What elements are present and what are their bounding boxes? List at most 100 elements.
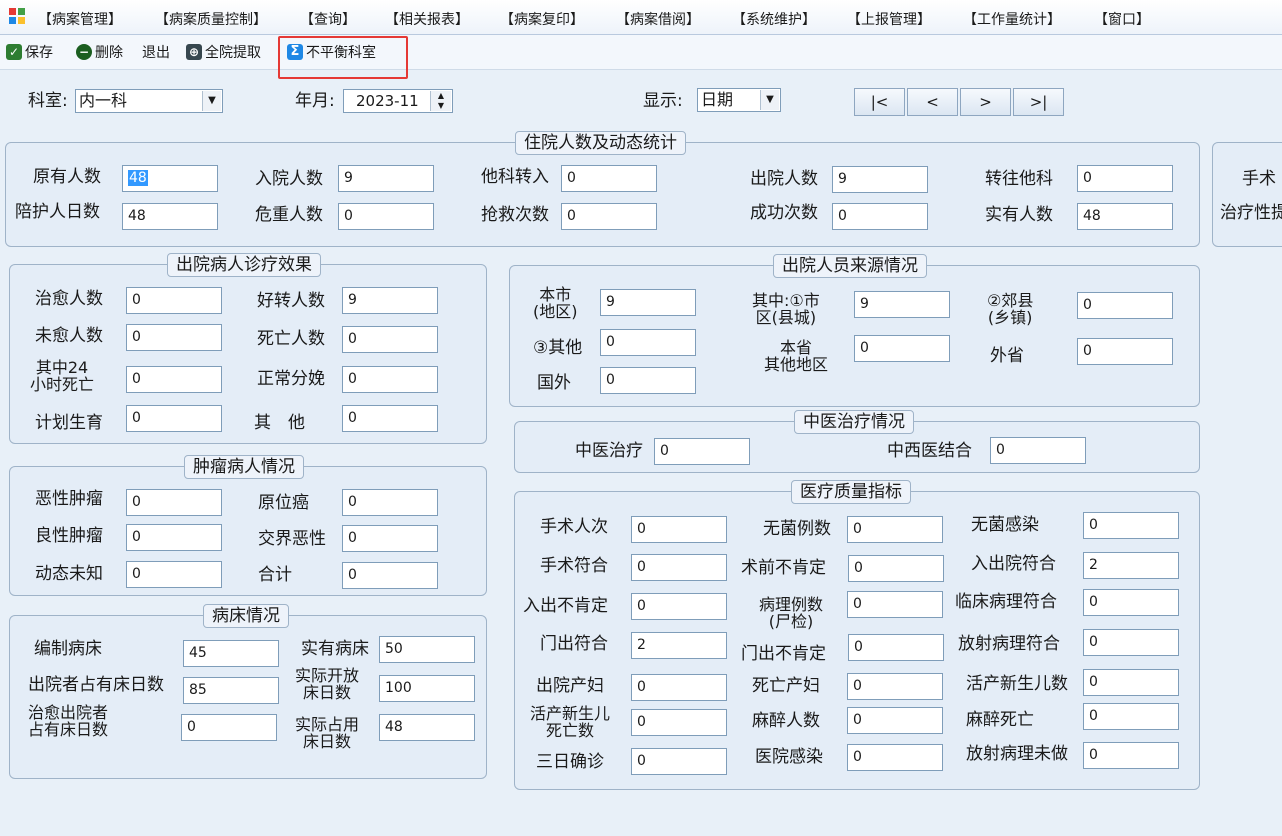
last-record-button[interactable]: >| [1013,88,1064,116]
first-record-button[interactable]: |< [854,88,905,116]
escort-days-input[interactable]: 48 [122,203,218,230]
field-label: 手术人次 [540,517,608,537]
admission-discharge-match-input[interactable]: 2 [1083,552,1179,579]
outpatient-discharge-uncertain-input[interactable]: 0 [848,634,944,661]
radiology-pathology-match-input[interactable]: 0 [1083,629,1179,656]
abroad-input[interactable]: 0 [600,367,696,394]
carcinoma-in-situ-input[interactable]: 0 [342,489,438,516]
integrated-medicine-input[interactable]: 0 [990,437,1086,464]
borderline-malignant-input[interactable]: 0 [342,525,438,552]
discharged-bed-days-input[interactable]: 85 [183,677,279,704]
field-label: 放射病理符合 [958,634,1060,654]
admission-count-input[interactable]: 9 [338,165,434,192]
newborn-death-input[interactable]: 0 [631,709,727,736]
clinical-pathology-match-input[interactable]: 0 [1083,589,1179,616]
menu-quality-control[interactable]: 【病案质量控制】 [155,9,267,29]
month-label: 年月: [295,91,335,111]
preop-uncertain-input[interactable]: 0 [848,555,944,582]
transfer-in-input[interactable]: 0 [561,165,657,192]
three-day-diagnosis-input[interactable]: 0 [631,748,727,775]
radiology-pathology-undone-input[interactable]: 0 [1083,742,1179,769]
dept-select[interactable]: 内一科 ▼ [75,89,223,113]
other-source-input[interactable]: 0 [600,329,696,356]
save-button[interactable]: ✓ 保存 [6,42,53,62]
binoculars-icon: ⊕ [186,44,202,60]
admission-discharge-uncertain-input[interactable]: 0 [631,593,727,620]
malignant-tumor-input[interactable]: 0 [126,489,222,516]
pathology-autopsy-input[interactable]: 0 [847,591,943,618]
chevron-down-icon[interactable]: ▼ [760,90,779,110]
exit-button[interactable]: 退出 [142,42,170,62]
suburb-county-input[interactable]: 0 [1077,292,1173,319]
field-label: 实有病床 [301,639,369,659]
maternal-death-input[interactable]: 0 [847,673,943,700]
surgery-match-input[interactable]: 0 [631,554,727,581]
menu-record-management[interactable]: 【病案管理】 [38,9,122,29]
actual-count-input[interactable]: 48 [1077,203,1173,230]
field-label: 治愈出院者 占有床日数 [28,703,109,739]
benign-tumor-input[interactable]: 0 [126,524,222,551]
field-label: 本市 (地区) [533,285,578,321]
family-planning-input[interactable]: 0 [126,405,222,432]
chevron-down-icon[interactable]: ▼ [202,91,221,111]
extract-all-button[interactable]: ⊕ 全院提取 [186,42,261,62]
other-province-input[interactable]: 0 [1077,338,1173,365]
field-label: 动态未知 [35,564,103,584]
quality-title: 医疗质量指标 [791,480,911,504]
menu-copy[interactable]: 【病案复印】 [500,9,584,29]
menu-window[interactable]: 【窗口】 [1094,9,1150,29]
cured-count-input[interactable]: 0 [126,287,222,314]
death-24h-input[interactable]: 0 [126,366,222,393]
tumor-total-input[interactable]: 0 [342,562,438,589]
spinner-arrows-icon[interactable]: ▲ ▼ [430,91,451,111]
menu-borrow[interactable]: 【病案借阅】 [616,9,700,29]
menu-upload[interactable]: 【上报管理】 [847,9,931,29]
other-province-region-input[interactable]: 0 [854,335,950,362]
aseptic-count-input[interactable]: 0 [847,516,943,543]
uncured-count-input[interactable]: 0 [126,324,222,351]
uncertain-behavior-input[interactable]: 0 [126,561,222,588]
rescue-count-input[interactable]: 0 [561,203,657,230]
menu-system[interactable]: 【系统维护】 [732,9,816,29]
actual-beds-input[interactable]: 50 [379,636,475,663]
transfer-out-input[interactable]: 0 [1077,165,1173,192]
prev-record-button[interactable]: < [907,88,958,116]
hospital-infection-input[interactable]: 0 [847,744,943,771]
field-label: 危重人数 [255,205,323,225]
planned-beds-input[interactable]: 45 [183,640,279,667]
improved-count-input[interactable]: 9 [342,287,438,314]
original-count-input[interactable]: 48 [122,165,218,192]
field-label: 成功次数 [750,203,818,223]
tcm-treatment-input[interactable]: 0 [654,438,750,465]
field-label: 合计 [258,565,292,585]
delete-button[interactable]: − 删除 [76,42,123,62]
local-city-input[interactable]: 9 [600,289,696,316]
menu-query[interactable]: 【查询】 [300,9,356,29]
anesthesia-count-input[interactable]: 0 [847,707,943,734]
menu-reports[interactable]: 【相关报表】 [385,9,469,29]
next-record-button[interactable]: > [960,88,1011,116]
other-outcome-input[interactable]: 0 [342,405,438,432]
discharged-mothers-input[interactable]: 0 [631,674,727,701]
month-spinner[interactable]: 2023-11 ▲ ▼ [343,89,453,113]
beds-title: 病床情况 [203,604,289,628]
city-district-input[interactable]: 9 [854,291,950,318]
aseptic-infection-input[interactable]: 0 [1083,512,1179,539]
outpatient-discharge-match-input[interactable]: 2 [631,632,727,659]
field-label: 国外 [537,373,571,393]
critical-count-input[interactable]: 0 [338,203,434,230]
anesthesia-death-input[interactable]: 0 [1083,703,1179,730]
open-bed-days-input[interactable]: 100 [379,675,475,702]
discharge-count-input[interactable]: 9 [832,166,928,193]
cured-bed-days-input[interactable]: 0 [181,714,277,741]
field-label: 良性肿瘤 [35,526,103,546]
death-count-input[interactable]: 0 [342,326,438,353]
occupied-bed-days-input[interactable]: 48 [379,714,475,741]
field-label: 转往他科 [985,169,1053,189]
display-select[interactable]: 日期 ▼ [697,88,781,112]
menu-workload[interactable]: 【工作量统计】 [963,9,1061,29]
normal-delivery-input[interactable]: 0 [342,366,438,393]
success-count-input[interactable]: 0 [832,203,928,230]
live-births-input[interactable]: 0 [1083,669,1179,696]
surgery-count-input[interactable]: 0 [631,516,727,543]
